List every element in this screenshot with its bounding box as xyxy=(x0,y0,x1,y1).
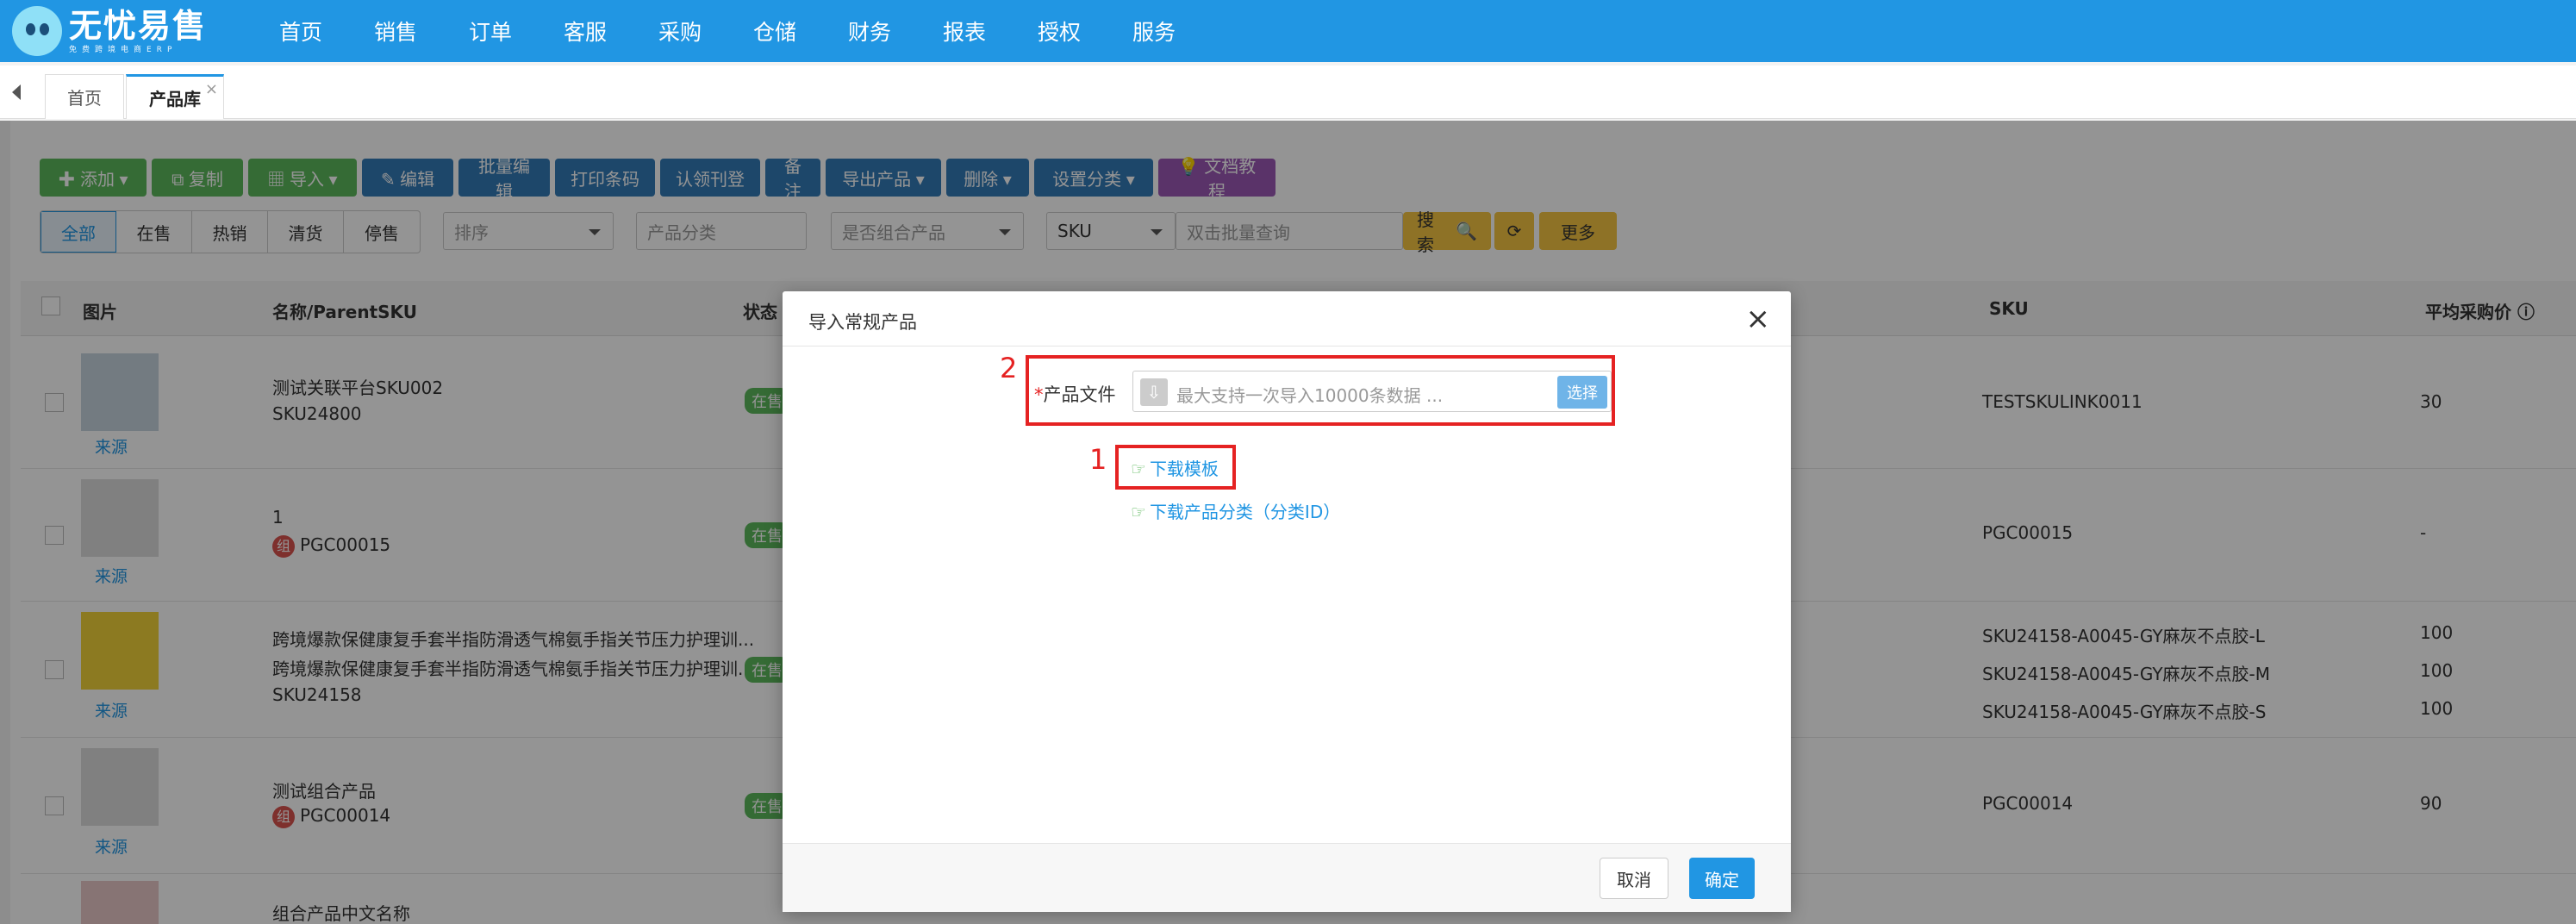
choose-file-button[interactable]: 选择 xyxy=(1557,376,1607,409)
top-navbar: 无忧易售 免费跨境电商ERP 首页 销售 订单 客服 采购 仓储 财务 报表 授… xyxy=(0,0,2576,62)
product-file-input[interactable]: ⇩ 最大支持一次导入10000条数据 ... 选择 xyxy=(1132,371,1612,412)
nav-customer-service[interactable]: 客服 xyxy=(538,16,633,47)
dialog-footer: 取消 确定 xyxy=(783,843,1791,912)
main-nav: 首页 销售 订单 客服 采购 仓储 财务 报表 授权 服务 xyxy=(253,16,1201,47)
file-input-placeholder: 最大支持一次导入10000条数据 ... xyxy=(1176,385,1444,406)
confirm-button[interactable]: 确定 xyxy=(1689,858,1755,899)
octopus-logo-icon xyxy=(12,6,62,56)
import-product-dialog: 导入常规产品 × 2 *产品文件 ⇩ 最大支持一次导入10000条数据 ... … xyxy=(783,291,1791,912)
upload-icon: ⇩ xyxy=(1140,378,1168,406)
tab-product-library[interactable]: 产品库 × xyxy=(126,74,224,119)
nav-reports[interactable]: 报表 xyxy=(917,16,1012,47)
download-template-link[interactable]: ☞ 下载模板 xyxy=(1131,455,1219,480)
hand-pointer-icon: ☞ xyxy=(1131,459,1146,479)
nav-finance[interactable]: 财务 xyxy=(822,16,917,47)
tab-close-icon[interactable]: × xyxy=(205,80,218,98)
tab-product-library-label: 产品库 xyxy=(149,89,201,109)
download-category-link[interactable]: ☞ 下载产品分类（分类ID） xyxy=(1131,498,1340,523)
nav-purchase[interactable]: 采购 xyxy=(633,16,727,47)
hand-pointer-icon: ☞ xyxy=(1131,502,1146,522)
logo[interactable]: 无忧易售 免费跨境电商ERP xyxy=(12,6,253,56)
logo-title: 无忧易售 xyxy=(69,6,208,45)
nav-orders[interactable]: 订单 xyxy=(443,16,538,47)
dialog-header: 导入常规产品 × xyxy=(783,291,1791,346)
page-tabbar: 首页 产品库 × xyxy=(0,66,2576,119)
nav-services[interactable]: 服务 xyxy=(1107,16,1201,47)
annotation-marker-2: 2 xyxy=(1000,352,1018,384)
cancel-button[interactable]: 取消 xyxy=(1600,858,1668,899)
tab-scroll-left-icon[interactable] xyxy=(12,84,21,100)
nav-warehouse[interactable]: 仓储 xyxy=(727,16,822,47)
product-file-label: *产品文件 xyxy=(1034,384,1116,405)
nav-authorization[interactable]: 授权 xyxy=(1012,16,1107,47)
tab-home[interactable]: 首页 xyxy=(45,74,124,119)
nav-home[interactable]: 首页 xyxy=(253,16,348,47)
nav-sales[interactable]: 销售 xyxy=(348,16,443,47)
close-icon[interactable]: × xyxy=(1746,302,1771,336)
annotation-marker-1: 1 xyxy=(1089,443,1107,476)
logo-subtitle: 免费跨境电商ERP xyxy=(69,45,178,54)
dialog-title: 导入常规产品 xyxy=(808,312,917,333)
